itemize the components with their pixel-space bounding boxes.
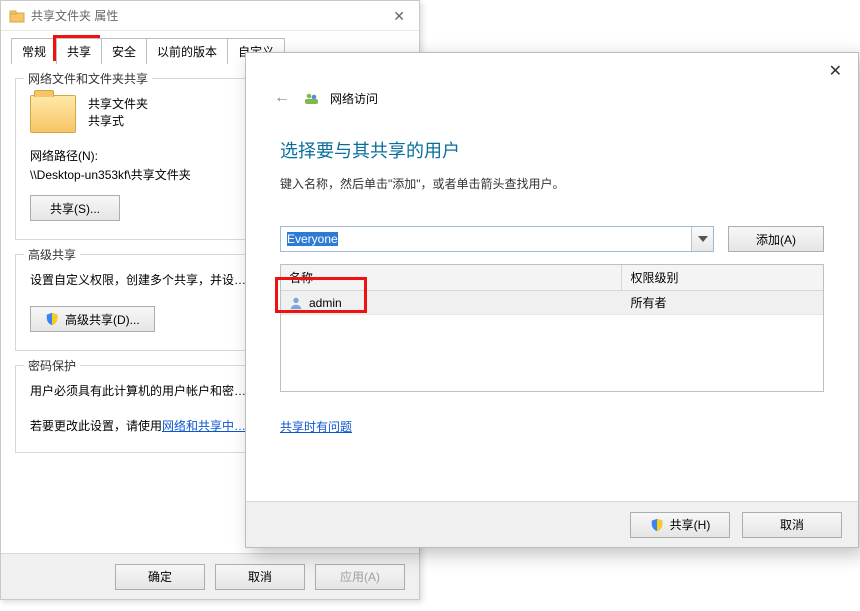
- group-legend: 网络文件和文件夹共享: [24, 70, 152, 87]
- tab-previous-versions[interactable]: 以前的版本: [146, 38, 228, 64]
- add-button[interactable]: 添加(A): [728, 226, 824, 252]
- back-arrow-icon[interactable]: ←: [270, 89, 294, 107]
- folder-big-icon: [30, 95, 76, 133]
- advanced-share-label: 高级共享(D)...: [65, 311, 140, 328]
- tab-share[interactable]: 共享: [56, 38, 102, 64]
- chevron-down-icon[interactable]: [691, 227, 713, 251]
- group-legend: 高级共享: [24, 246, 80, 263]
- dialog-title: 网络访问: [330, 90, 378, 107]
- sharing-issue-link[interactable]: 共享时有问题: [280, 420, 352, 434]
- page-title: 选择要与其共享的用户: [280, 137, 824, 163]
- titlebar: 共享文件夹 属性 ✕: [1, 1, 419, 31]
- tab-general[interactable]: 常规: [11, 38, 57, 64]
- cancel-button[interactable]: 取消: [215, 564, 305, 590]
- apply-button[interactable]: 应用(A): [315, 564, 405, 590]
- share-confirm-label: 共享(H): [670, 516, 711, 533]
- window-title: 共享文件夹 属性: [31, 1, 118, 31]
- user-input[interactable]: [281, 227, 691, 251]
- annotation-highlight-everyone: [275, 277, 367, 313]
- dialog-header: ← 网络访问: [246, 53, 858, 113]
- folder-icon: [9, 8, 25, 24]
- close-icon[interactable]: ✕: [387, 1, 411, 31]
- network-access-icon: [304, 90, 320, 106]
- close-icon[interactable]: ✕: [823, 59, 848, 83]
- hint-text: 键入名称，然后单击"添加"，或者单击箭头查找用户。: [280, 175, 824, 192]
- network-center-link[interactable]: 网络和共享中…: [162, 419, 246, 433]
- properties-footer: 确定 取消 应用(A): [1, 553, 419, 599]
- share-button[interactable]: 共享(S)...: [30, 195, 120, 221]
- share-confirm-button[interactable]: 共享(H): [630, 512, 730, 538]
- user-combobox[interactable]: [280, 226, 714, 252]
- dialog-footer: 共享(H) 取消: [246, 501, 858, 547]
- advanced-share-button[interactable]: 高级共享(D)...: [30, 306, 155, 332]
- user-permission: 所有者: [622, 291, 823, 314]
- shield-icon: [45, 312, 59, 326]
- dialog-cancel-button[interactable]: 取消: [742, 512, 842, 538]
- group-legend: 密码保护: [24, 357, 80, 374]
- ok-button[interactable]: 确定: [115, 564, 205, 590]
- col-permission[interactable]: 权限级别: [622, 265, 823, 290]
- share-mode: 共享式: [88, 112, 148, 129]
- tab-security[interactable]: 安全: [101, 38, 147, 64]
- folder-name: 共享文件夹: [88, 95, 148, 112]
- shield-icon: [650, 518, 664, 532]
